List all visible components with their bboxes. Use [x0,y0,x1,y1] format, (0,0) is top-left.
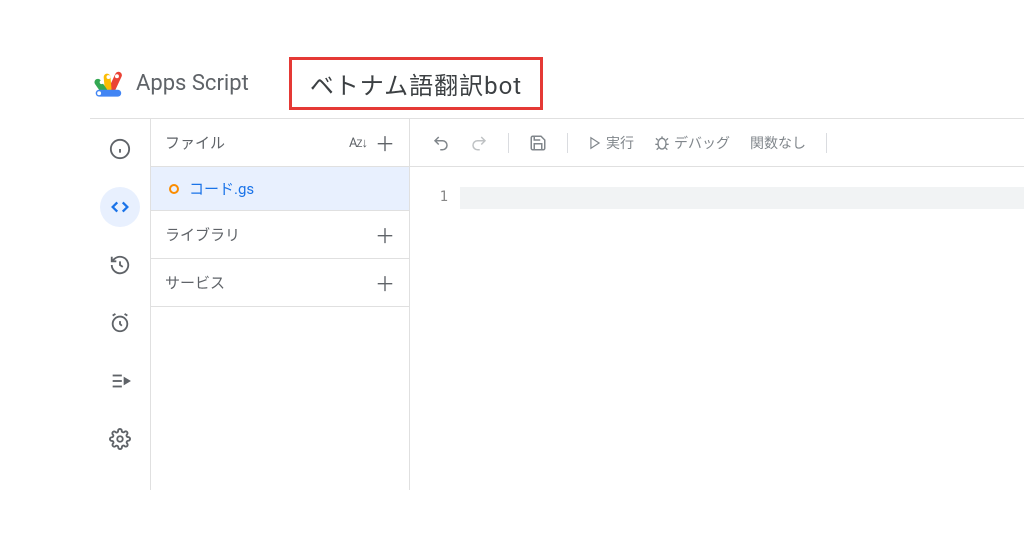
nav-triggers-history[interactable] [100,245,140,285]
separator [826,133,827,153]
separator [567,133,568,153]
nav-alarm[interactable] [100,303,140,343]
code-area[interactable]: 1 [410,167,1024,490]
libraries-header: ライブラリ ＋ [151,211,409,259]
header: Apps Script ベトナム語翻訳bot [90,48,1024,118]
files-label: ファイル [165,132,225,153]
app-name: Apps Script [136,71,249,96]
save-button[interactable] [523,130,553,156]
undo-button[interactable] [426,130,456,156]
function-select[interactable]: 関数なし [744,129,812,157]
current-line-highlight [460,187,1024,209]
main-area: ファイル AZ↓ ＋ コード.gs ライブラリ ＋ サービス ＋ [90,118,1024,490]
services-header: サービス ＋ [151,259,409,307]
libraries-label: ライブラリ [165,224,240,245]
file-sidebar: ファイル AZ↓ ＋ コード.gs ライブラリ ＋ サービス ＋ [150,119,410,490]
add-file-button[interactable]: ＋ [375,128,395,157]
file-item-code[interactable]: コード.gs [151,167,409,211]
unsaved-dot-icon [169,184,179,194]
debug-button[interactable]: デバッグ [648,129,736,157]
run-button[interactable]: 実行 [582,129,640,157]
separator [508,133,509,153]
file-name: コード.gs [189,178,254,199]
run-label: 実行 [606,133,634,153]
project-title[interactable]: ベトナム語翻訳bot [289,57,543,110]
files-header: ファイル AZ↓ ＋ [151,119,409,167]
services-label: サービス [165,272,225,293]
editor-panel: 実行 デバッグ 関数なし 1 [410,119,1024,490]
nav-rail [90,119,150,490]
line-gutter: 1 [410,167,460,490]
nav-overview[interactable] [100,129,140,169]
code-body[interactable] [460,167,1024,490]
nav-settings[interactable] [100,419,140,459]
add-service-button[interactable]: ＋ [375,268,395,297]
nav-editor[interactable] [100,187,140,227]
apps-script-logo-icon [94,66,128,100]
add-library-button[interactable]: ＋ [375,220,395,249]
editor-toolbar: 実行 デバッグ 関数なし [410,119,1024,167]
line-number: 1 [410,189,448,205]
function-select-label: 関数なし [750,133,806,153]
nav-executions[interactable] [100,361,140,401]
debug-label: デバッグ [674,133,730,153]
sort-az-icon[interactable]: AZ↓ [349,135,367,151]
redo-button[interactable] [464,130,494,156]
app-logo: Apps Script [94,66,249,100]
